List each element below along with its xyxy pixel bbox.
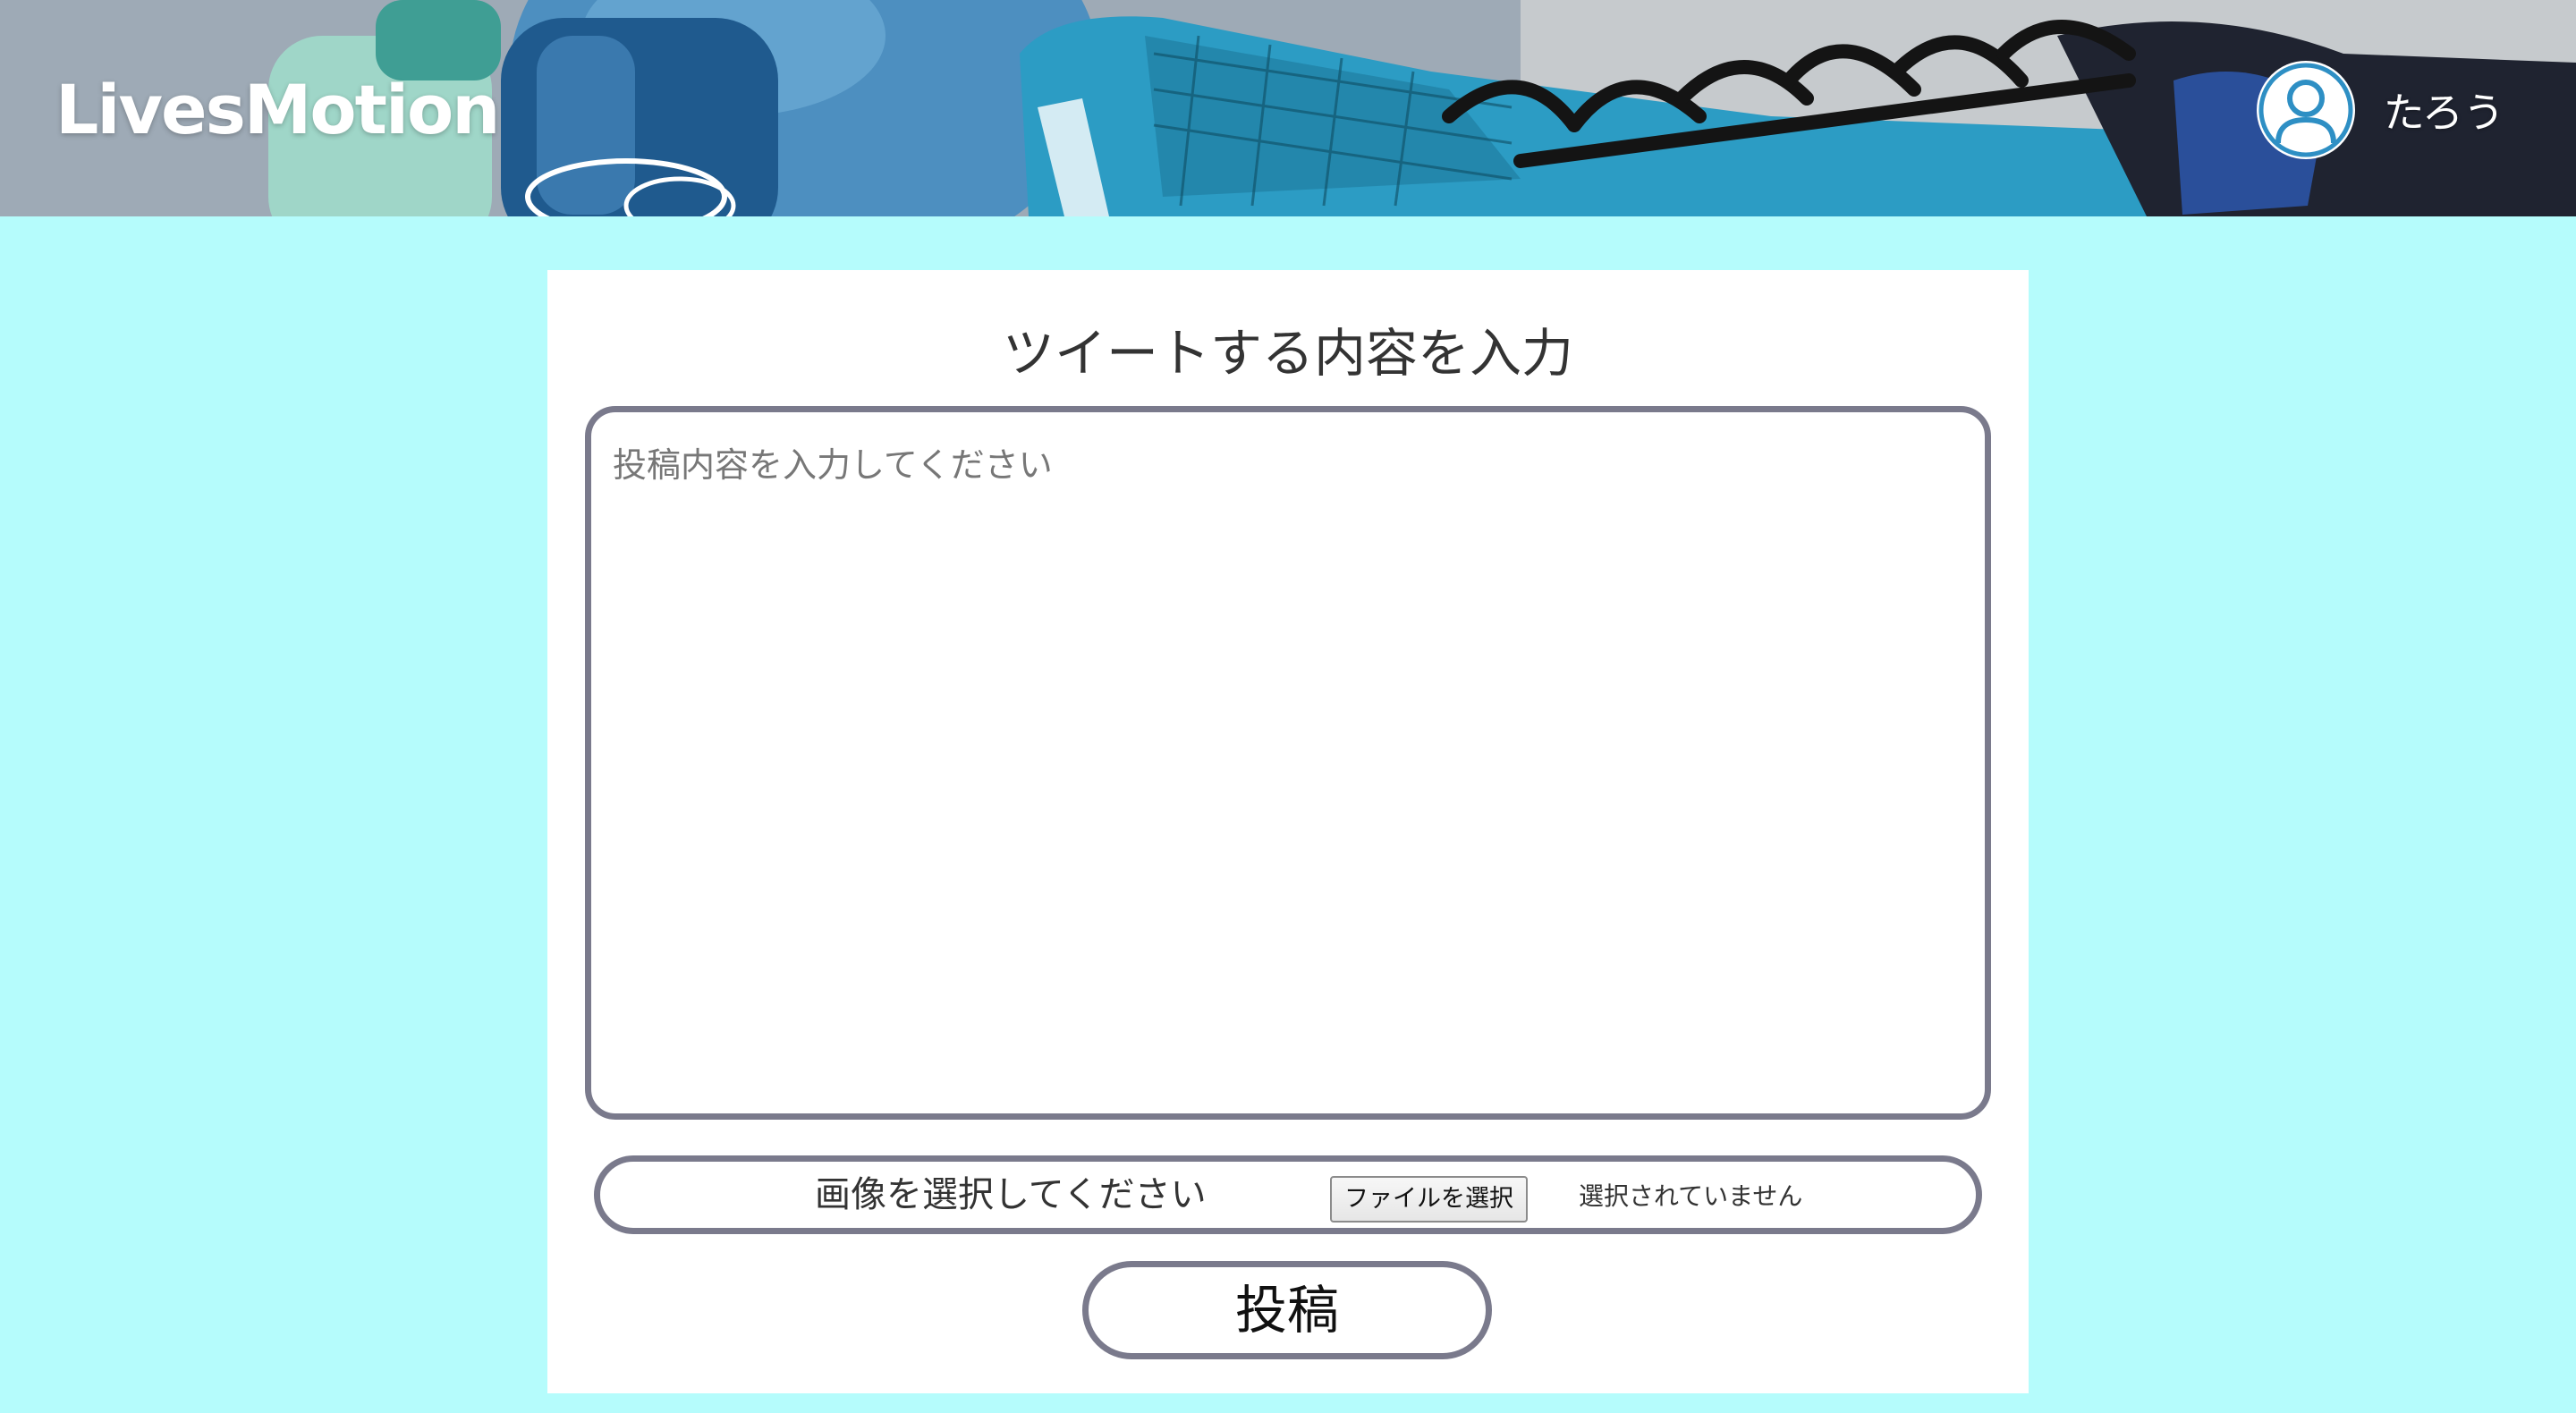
submit-post-button[interactable]: 投稿 <box>1082 1261 1492 1359</box>
image-select-row: 画像を選択してください ファイルを選択 選択されていません <box>594 1155 1982 1234</box>
form-title: ツイートする内容を入力 <box>1002 323 1573 384</box>
file-status-text: 選択されていません <box>1579 1181 1803 1211</box>
app-logo[interactable]: LivesMotion <box>55 70 500 149</box>
user-avatar-icon[interactable] <box>2256 61 2355 159</box>
username[interactable]: たろう <box>2384 80 2504 140</box>
header-banner: LivesMotion たろう <box>0 0 2576 216</box>
choose-file-button[interactable]: ファイルを選択 <box>1330 1176 1528 1223</box>
tweet-form-card: ツイートする内容を入力 画像を選択してください ファイルを選択 選択されていませ… <box>547 270 2029 1393</box>
image-select-label: 画像を選択してください <box>815 1174 1207 1215</box>
post-content-textarea[interactable] <box>585 406 1991 1120</box>
user-menu[interactable]: たろう <box>2256 61 2504 159</box>
